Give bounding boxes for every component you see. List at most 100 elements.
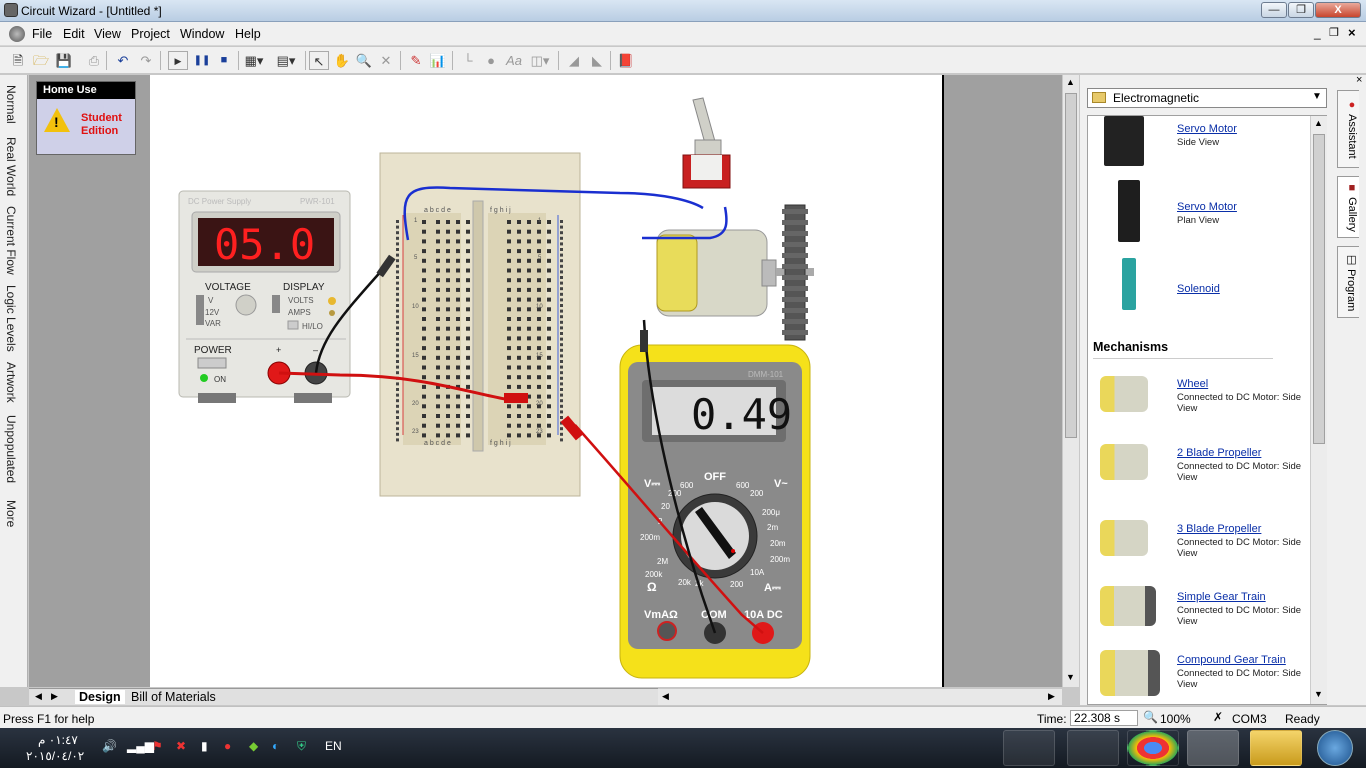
app-tray-icon[interactable]: ● (224, 739, 231, 753)
voltage-switch[interactable] (196, 295, 204, 325)
undo-icon[interactable]: ↶ (113, 51, 133, 70)
toggle-switch[interactable] (682, 97, 731, 189)
chrome-icon[interactable] (1127, 730, 1179, 766)
stop-icon[interactable]: ■ (214, 51, 234, 70)
list-item[interactable]: Simple Gear Train Connected to DC Motor:… (1088, 580, 1310, 642)
item-link[interactable]: Servo Motor (1177, 201, 1237, 213)
pan-icon[interactable]: ✋ (332, 51, 352, 70)
list-item[interactable]: Compound Gear Train Connected to DC Moto… (1088, 644, 1310, 706)
pause-icon[interactable]: ❚❚ (192, 51, 212, 70)
wheel-icon[interactable] (782, 204, 808, 341)
start-button[interactable] (1317, 730, 1353, 766)
new-icon[interactable]: 🗎 (8, 51, 28, 70)
restore-button[interactable]: ❐ (1288, 2, 1314, 18)
item-link[interactable]: 3 Blade Propeller (1177, 523, 1261, 535)
item-link[interactable]: Solenoid (1177, 283, 1220, 295)
tab-bill-of-materials[interactable]: Bill of Materials (131, 690, 216, 704)
menu-help[interactable]: Help (235, 27, 261, 41)
scroll-thumb[interactable] (1313, 134, 1325, 444)
list-item[interactable]: Servo Motor Side View (1088, 116, 1310, 178)
tab-assistant[interactable]: ● Assistant (1337, 90, 1359, 168)
shield-icon[interactable]: ⛨ (297, 739, 306, 754)
bluestacks-icon[interactable] (1003, 730, 1055, 766)
tab-more[interactable]: More (4, 500, 18, 527)
delete-icon[interactable]: ✕ (376, 51, 396, 70)
signal-icon[interactable]: ▂▄▆ (127, 739, 154, 753)
tab-prev-icon[interactable]: ◀ (35, 691, 42, 702)
category-select[interactable]: Electromagnetic ▼ (1087, 88, 1327, 108)
dc-power-supply[interactable]: DC Power Supply PWR-101 05.0 VOLTAGE DIS… (178, 190, 351, 403)
align-icon[interactable]: ◫▾ (530, 51, 550, 70)
list-item[interactable]: 3 Blade Propeller Connected to DC Motor:… (1088, 512, 1310, 574)
open-icon[interactable]: 🗁 (31, 51, 51, 70)
item-link[interactable]: Compound Gear Train (1177, 654, 1286, 666)
list-item[interactable]: Wheel Connected to DC Motor: Side View (1088, 368, 1310, 430)
tab-gallery[interactable]: ■ Gallery (1337, 176, 1359, 238)
flip-icon[interactable]: ◢ (564, 51, 584, 70)
play-icon[interactable]: ▶ (168, 51, 188, 70)
multimeter[interactable]: DMM-101 0.49 OFF V⎓ V~ Ω A⎓ 600200202200… (619, 344, 811, 679)
tab-next-icon[interactable]: ▶ (51, 691, 58, 702)
rotate-icon[interactable]: ◣ (587, 51, 607, 70)
text-icon[interactable]: Aa (504, 51, 524, 70)
explorer-icon[interactable] (1250, 730, 1302, 766)
zoom-icon[interactable]: 🔍 (354, 51, 374, 70)
breadboard[interactable]: a b c d e f g h i j a b c d e f g h i j … (379, 152, 581, 497)
select-icon[interactable]: ↖ (309, 51, 329, 70)
board-icon[interactable]: ▤▾ (276, 51, 296, 70)
tab-design[interactable]: Design (75, 690, 125, 704)
tab-unpopulated[interactable]: Unpopulated (4, 415, 18, 483)
list-item[interactable]: 2 Blade Propeller Connected to DC Motor:… (1088, 436, 1310, 498)
scroll-up-icon[interactable]: ▲ (1066, 77, 1075, 87)
item-link[interactable]: Servo Motor (1177, 123, 1237, 135)
item-link[interactable]: Wheel (1177, 378, 1208, 390)
scroll-up-icon[interactable]: ▲ (1314, 118, 1323, 128)
notepad-icon[interactable] (1067, 730, 1119, 766)
volume-icon[interactable]: 🔊 (102, 739, 117, 753)
menu-window[interactable]: Window (180, 27, 224, 41)
mdi-close-button[interactable]: × (1348, 25, 1356, 40)
wire-icon[interactable]: └ (458, 51, 478, 70)
tray-app-icon[interactable]: ◆ (249, 739, 258, 753)
tab-artwork[interactable]: Artwork (4, 362, 18, 403)
canvas-horizontal-scrollbar[interactable]: ◀ ▶ (658, 688, 1062, 705)
scroll-right-icon[interactable]: ▶ (1048, 691, 1055, 702)
panel-close-icon[interactable]: × (1356, 74, 1362, 86)
print-icon[interactable]: ⎙ (84, 51, 104, 70)
menu-file[interactable]: File (32, 27, 52, 41)
component-icon[interactable]: ▦▾ (244, 51, 264, 70)
tab-logic-levels[interactable]: Logic Levels (4, 285, 18, 352)
voltage-knob[interactable] (235, 294, 257, 316)
vma-port[interactable] (657, 621, 677, 641)
scroll-down-icon[interactable]: ▼ (1066, 672, 1075, 682)
power-switch[interactable] (197, 357, 227, 369)
node-icon[interactable]: ● (481, 51, 501, 70)
chevron-down-icon[interactable]: ▼ (1312, 91, 1322, 102)
mdi-minimize-button[interactable]: _ (1314, 26, 1321, 40)
item-link[interactable]: Simple Gear Train (1177, 591, 1266, 603)
tab-current-flow[interactable]: Current Flow (4, 206, 18, 275)
battery-icon[interactable]: ▮ (201, 739, 208, 753)
scroll-thumb[interactable] (1065, 93, 1077, 438)
tab-program[interactable]: ◫ Program (1337, 246, 1359, 318)
list-item[interactable]: Servo Motor Plan View (1088, 180, 1310, 250)
probe-icon[interactable]: ✎ (406, 51, 426, 70)
gallery-scrollbar[interactable]: ▲ ▼ (1310, 116, 1327, 704)
item-link[interactable]: 2 Blade Propeller (1177, 447, 1261, 459)
menu-edit[interactable]: Edit (63, 27, 85, 41)
graph-icon[interactable]: 📊 (428, 51, 448, 70)
display-switch[interactable] (272, 295, 280, 313)
scroll-left-icon[interactable]: ◀ (662, 691, 669, 702)
list-item[interactable]: Solenoid (1088, 256, 1310, 316)
book-icon[interactable]: 📕 (616, 51, 636, 70)
network-icon[interactable]: ✖ (176, 739, 186, 753)
mdi-restore-button[interactable]: ❐ (1329, 26, 1339, 39)
redo-icon[interactable]: ↷ (136, 51, 156, 70)
language-indicator[interactable]: EN (325, 739, 342, 753)
minimize-button[interactable]: — (1261, 2, 1287, 18)
close-button[interactable]: X (1315, 2, 1361, 18)
circuit-wizard-taskbar-icon[interactable] (1187, 730, 1239, 766)
flag-icon[interactable]: ⚑ (152, 739, 163, 753)
canvas-vertical-scrollbar[interactable]: ▲ ▼ (1062, 75, 1079, 687)
tab-real-world[interactable]: Real World (4, 137, 18, 196)
